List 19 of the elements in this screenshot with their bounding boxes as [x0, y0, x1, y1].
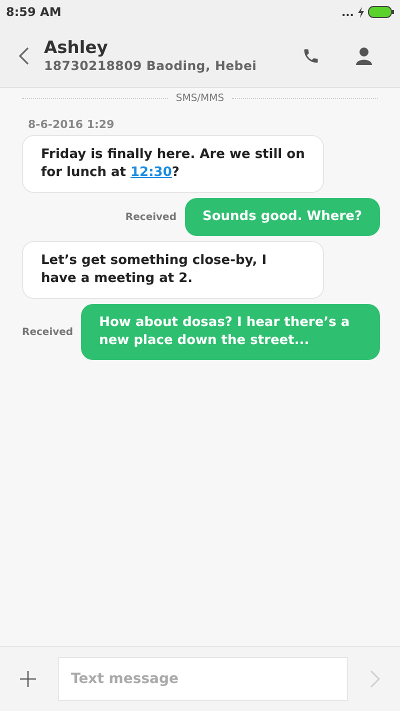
phone-icon[interactable] — [302, 46, 320, 64]
message-input[interactable]: Text message — [58, 657, 348, 701]
sent-message: How about dosas? I hear there’s a new place down the street... — [81, 304, 380, 360]
contact-name: Ashley — [44, 38, 109, 58]
received-message: Let’s get something close-by, I have a meeting at 2. — [22, 241, 324, 299]
channel-label: SMS/MMS — [176, 93, 224, 104]
delivery-status: Received — [125, 212, 176, 222]
contact-icon[interactable] — [356, 46, 372, 64]
battery-icon — [368, 6, 394, 18]
more-indicator: ... — [341, 6, 354, 18]
sent-message: Sounds good. Where? — [184, 198, 380, 236]
time-link[interactable]: 12:30 — [130, 165, 172, 180]
contact-details: 18730218809 Baoding, Hebei — [44, 58, 258, 73]
received-message: Friday is finally here. Are we still on for lunch at 12:30? — [22, 135, 324, 193]
back-icon[interactable] — [18, 46, 30, 64]
message-timestamp: 8-6-2016 1:29 — [28, 118, 116, 131]
status-time: 8:59 AM — [6, 5, 62, 19]
add-icon[interactable] — [20, 671, 36, 687]
delivery-status: Received — [22, 326, 74, 338]
